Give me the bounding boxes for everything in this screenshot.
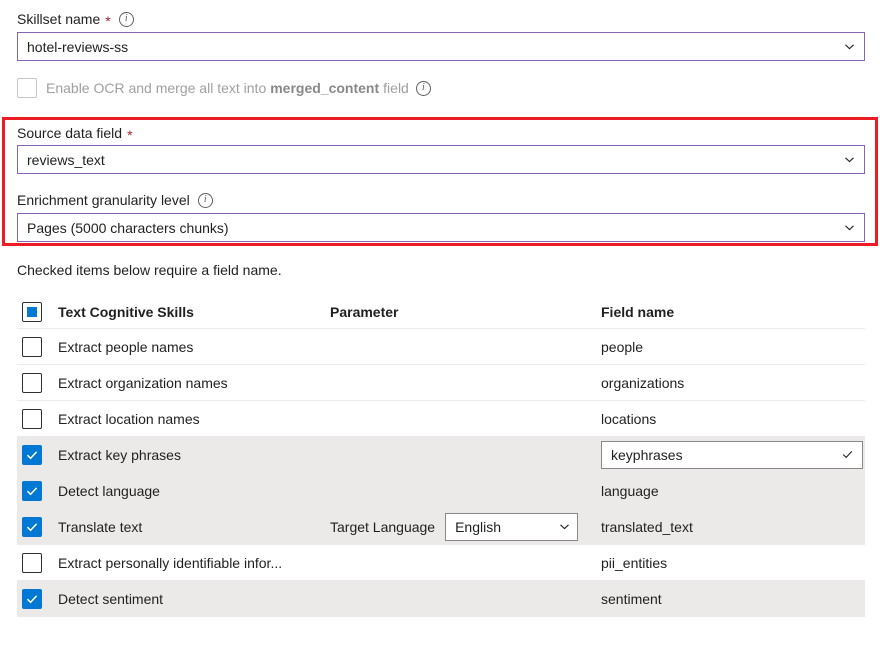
field-name-cell: pii_entities	[600, 555, 865, 571]
checkbox-checked-icon[interactable]	[22, 445, 42, 465]
enrichment-granularity-value: Pages (5000 characters chunks)	[27, 220, 840, 236]
skillset-name-label-text: Skillset name	[17, 11, 100, 27]
table-row[interactable]: Extract location names locations	[17, 401, 865, 437]
row-checkbox-cell[interactable]	[17, 373, 58, 393]
row-checkbox-cell[interactable]	[17, 589, 58, 609]
table-row[interactable]: Extract people names people	[17, 329, 865, 365]
field-name-cell: organizations	[600, 375, 865, 391]
skill-name: Extract location names	[58, 411, 330, 427]
checkbox-unchecked-icon[interactable]	[22, 337, 42, 357]
checkbox-checked-icon[interactable]	[22, 481, 42, 501]
cognitive-skills-table: Text Cognitive Skills Parameter Field na…	[17, 296, 865, 617]
chevron-down-icon[interactable]	[555, 518, 573, 536]
source-data-field-label-text: Source data field	[17, 125, 122, 141]
table-row[interactable]: Translate textTarget Language English tran…	[17, 509, 865, 545]
table-row[interactable]: Extract personally identifiable infor...…	[17, 545, 865, 581]
source-data-field-label: Source data field *	[17, 125, 133, 141]
checkbox-unchecked-icon[interactable]	[22, 553, 42, 573]
column-header-parameter: Parameter	[330, 304, 600, 320]
chevron-down-icon[interactable]	[840, 219, 858, 237]
info-icon[interactable]: i	[416, 81, 431, 96]
skill-name: Extract personally identifiable infor...	[58, 555, 330, 571]
skill-name: Extract people names	[58, 339, 330, 355]
row-checkbox-cell[interactable]	[17, 445, 58, 465]
required-asterisk: *	[105, 14, 110, 28]
enable-ocr-label: Enable OCR and merge all text into merge…	[46, 80, 431, 96]
column-header-field-name: Field name	[600, 304, 865, 320]
skillset-name-value: hotel-reviews-ss	[27, 39, 840, 55]
merged-content-field-name: merged_content	[270, 80, 379, 96]
info-icon[interactable]: i	[119, 12, 134, 27]
table-row[interactable]: Extract key phrases keyphrases	[17, 437, 865, 473]
skill-name: Detect sentiment	[58, 591, 330, 607]
source-data-field-select[interactable]: reviews_text	[17, 145, 865, 174]
checkmark-icon[interactable]	[838, 446, 856, 464]
field-name-cell: people	[600, 339, 865, 355]
required-asterisk: *	[127, 128, 132, 142]
enable-ocr-text-before: Enable OCR and merge all text into	[46, 80, 266, 96]
field-name-note: Checked items below require a field name…	[17, 262, 282, 278]
column-header-skill: Text Cognitive Skills	[58, 304, 330, 320]
enable-ocr-row: Enable OCR and merge all text into merge…	[17, 78, 431, 98]
field-name-cell: locations	[600, 411, 865, 427]
enrichment-granularity-label: Enrichment granularity level i	[17, 192, 213, 208]
table-row[interactable]: Extract organization names organizations	[17, 365, 865, 401]
enrichment-granularity-label-text: Enrichment granularity level	[17, 192, 190, 208]
skill-name: Extract organization names	[58, 375, 330, 391]
checkbox-unchecked-icon	[17, 78, 37, 98]
parameter-cell: Target Language English	[330, 513, 600, 541]
field-name-cell[interactable]: keyphrases	[600, 441, 865, 469]
row-checkbox-cell[interactable]	[17, 517, 58, 537]
row-checkbox-cell[interactable]	[17, 409, 58, 429]
target-language-select[interactable]: English	[445, 513, 578, 541]
row-checkbox-cell[interactable]	[17, 481, 58, 501]
skill-name: Detect language	[58, 483, 330, 499]
table-header-row: Text Cognitive Skills Parameter Field na…	[17, 296, 865, 329]
skill-name: Extract key phrases	[58, 447, 330, 463]
row-checkbox-cell[interactable]	[17, 553, 58, 573]
skill-name: Translate text	[58, 519, 330, 535]
field-name-value: keyphrases	[611, 447, 838, 463]
source-data-field-value: reviews_text	[27, 152, 840, 168]
checkbox-checked-icon[interactable]	[22, 589, 42, 609]
enable-ocr-text-after: field	[383, 80, 409, 96]
checkbox-indeterminate-icon[interactable]	[22, 302, 42, 322]
table-row[interactable]: Detect sentiment sentiment	[17, 581, 865, 617]
info-icon[interactable]: i	[198, 193, 213, 208]
field-name-cell: language	[600, 483, 865, 499]
target-language-value: English	[455, 519, 555, 535]
skillset-configuration-panel: Skillset name * i hotel-reviews-ss Enabl…	[0, 0, 888, 648]
checkbox-unchecked-icon[interactable]	[22, 373, 42, 393]
row-checkbox-cell[interactable]	[17, 337, 58, 357]
checkbox-unchecked-icon[interactable]	[22, 409, 42, 429]
field-name-input[interactable]: keyphrases	[601, 441, 863, 469]
field-name-cell: translated_text	[600, 519, 865, 535]
select-all-cell[interactable]	[17, 302, 58, 322]
parameter-label: Target Language	[330, 519, 435, 535]
field-name-cell: sentiment	[600, 591, 865, 607]
chevron-down-icon[interactable]	[840, 38, 858, 56]
skillset-name-input[interactable]: hotel-reviews-ss	[17, 32, 865, 61]
checkbox-checked-icon[interactable]	[22, 517, 42, 537]
table-row[interactable]: Detect language language	[17, 473, 865, 509]
chevron-down-icon[interactable]	[840, 151, 858, 169]
enrichment-granularity-select[interactable]: Pages (5000 characters chunks)	[17, 213, 865, 242]
skillset-name-label: Skillset name * i	[17, 11, 134, 27]
